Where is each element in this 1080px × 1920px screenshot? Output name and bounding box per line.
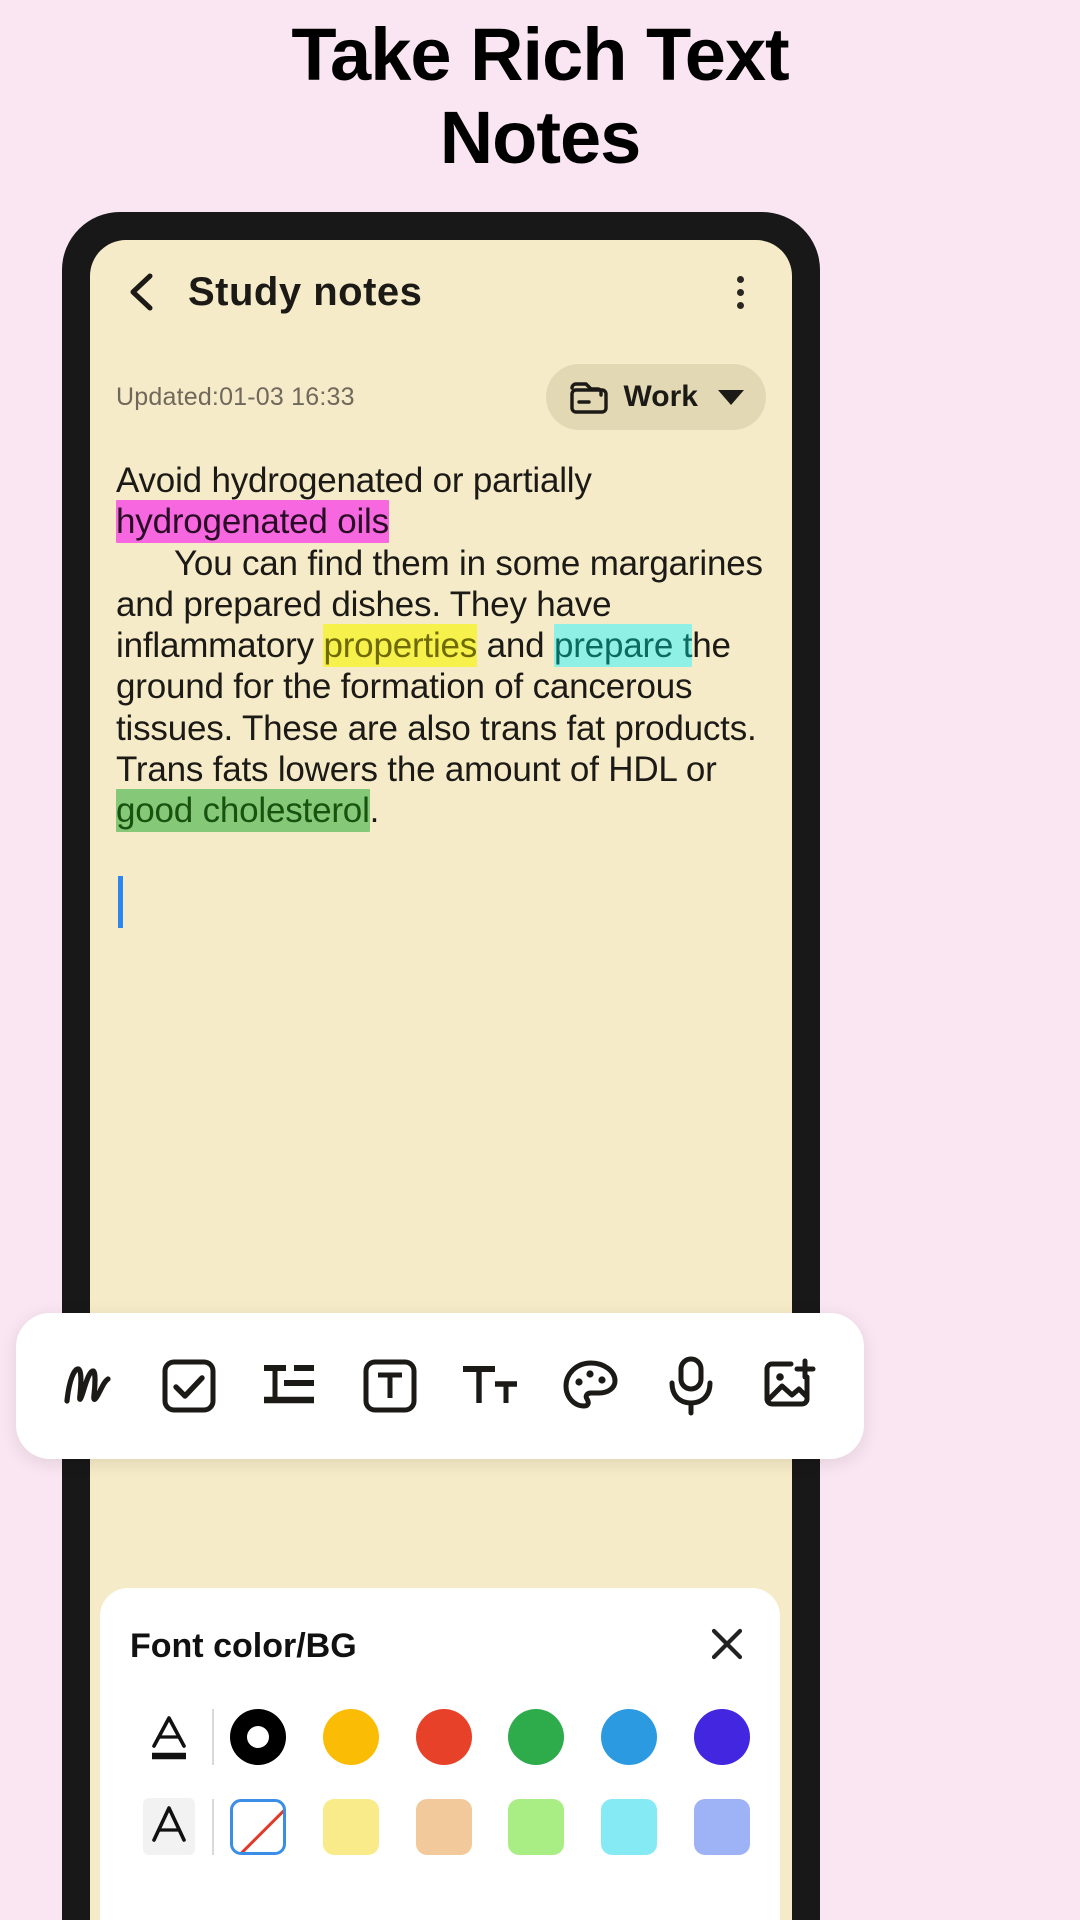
bg-swatch-none[interactable] [230,1798,286,1855]
format-toolbar [16,1313,864,1459]
font-swatch-blue[interactable] [601,1709,658,1765]
close-icon [711,1628,743,1659]
font-color-bg-button[interactable] [552,1347,630,1425]
note-editor-body[interactable]: Avoid hydrogenated or partially hydrogen… [90,430,792,928]
background-color-row-label [130,1798,208,1855]
text-box-icon [363,1359,417,1413]
folder-label: Work [623,380,698,413]
font-swatch-green[interactable] [508,1709,565,1765]
bg-swatch-periwinkle[interactable] [693,1798,750,1855]
font-color-swatches [230,1709,750,1765]
page-title: Take Rich Text Notes [291,13,789,179]
paragraph-format-button[interactable] [250,1347,328,1425]
chevron-down-icon [718,389,744,405]
font-color-row [130,1708,750,1766]
microphone-icon [669,1356,713,1416]
font-color-bg-panel: Font color/BG [100,1588,780,1920]
font-swatch-purple[interactable] [693,1709,750,1765]
updated-timestamp: Updated:01-03 16:33 [116,382,355,411]
folder-selector-chip[interactable]: Work [545,364,766,430]
bg-swatch-light-green[interactable] [508,1798,565,1855]
bg-swatch-cyan[interactable] [601,1798,658,1855]
handwriting-button[interactable] [49,1347,127,1425]
folder-icon [569,382,608,414]
background-color-swatches [230,1798,750,1855]
chevron-left-icon [130,273,153,311]
add-image-icon [764,1358,816,1407]
checkbox-icon [162,1359,216,1413]
font-color-a-icon [152,1716,186,1760]
note-text-plain: and [477,626,554,666]
highlight-green: good cholesterol [116,789,370,833]
note-meta-row: Updated:01-03 16:33 Work [90,344,792,430]
highlight-cyan: prepare t [553,624,693,668]
panel-header: Font color/BG [130,1616,750,1676]
panel-title: Font color/BG [130,1626,357,1665]
more-vertical-icon [736,288,744,296]
note-text-plain: Avoid hydrogenated or partially [116,461,592,500]
bg-swatch-peach[interactable] [415,1798,472,1855]
palette-icon [563,1360,618,1409]
font-size-icon [463,1366,518,1403]
background-color-a-icon [143,1798,195,1855]
more-vertical-icon [736,301,744,309]
handwriting-icon [64,1366,111,1404]
back-button[interactable] [116,266,168,318]
font-swatch-black[interactable] [230,1709,286,1765]
font-swatch-amber[interactable] [322,1709,379,1765]
background-color-row [130,1798,750,1855]
text-cursor [118,875,123,928]
row-divider [212,1798,214,1855]
voice-record-button[interactable] [652,1347,730,1425]
row-divider [212,1709,214,1765]
bg-swatch-pale-yellow[interactable] [322,1798,379,1855]
font-size-button[interactable] [451,1347,529,1425]
app-bar: Study notes [90,240,792,344]
text-format-icon [264,1365,315,1404]
highlight-pink: hydrogenated oils [116,500,389,544]
close-button[interactable] [704,1621,750,1672]
text-box-button[interactable] [351,1347,429,1425]
note-text-plain: . [369,791,380,831]
more-vertical-icon [736,275,744,283]
more-options-button[interactable] [714,264,766,320]
add-image-button[interactable] [753,1347,831,1425]
font-color-row-label [130,1708,208,1766]
note-paragraph-2: You can find them in some margarines and… [116,543,766,833]
checklist-button[interactable] [150,1347,228,1425]
font-swatch-red[interactable] [415,1709,472,1765]
note-paragraph-1: Avoid hydrogenated or partially hydrogen… [116,460,766,544]
highlight-yellow: properties [323,624,478,668]
note-title: Study notes [188,269,423,314]
